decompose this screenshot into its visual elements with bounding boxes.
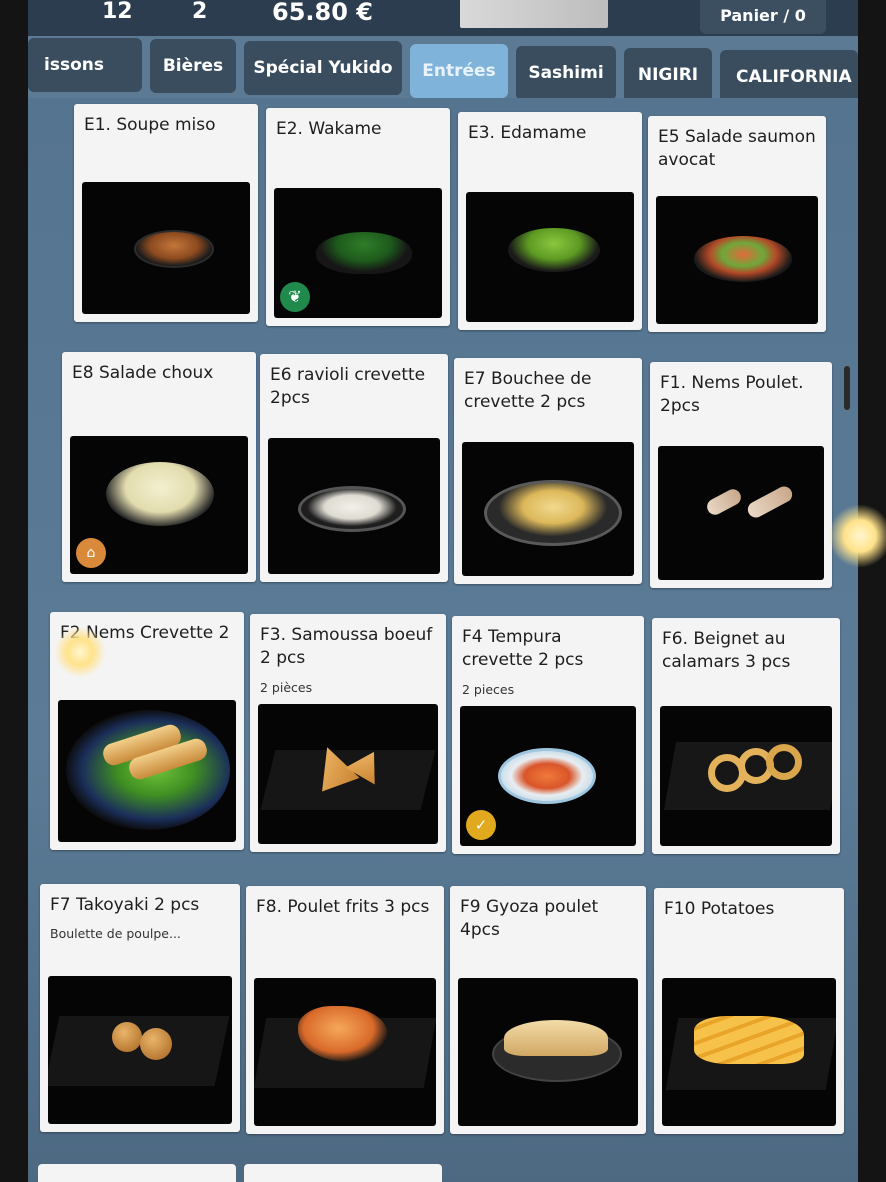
menu-item-card[interactable]: E1. Soupe miso	[74, 104, 258, 322]
tab-sashimi[interactable]: Sashimi	[516, 46, 616, 100]
cabbage-salad-bowl-icon	[106, 462, 214, 526]
menu-item-card[interactable]: F7 Takoyaki 2 pcs Boulette de poulpe...	[40, 884, 240, 1132]
takoyaki-icon	[140, 1028, 172, 1060]
menu-grid: E1. Soupe miso E2. Wakame ❦ E3. Edamame …	[28, 98, 858, 1182]
order-total: 65.80 €	[272, 0, 373, 26]
menu-item-title: E1. Soupe miso	[84, 115, 216, 135]
spring-roll-icon	[704, 486, 744, 518]
menu-item-card[interactable]: E7 Bouchee de crevette 2 pcs	[454, 358, 642, 584]
menu-item-card[interactable]: F8. Poulet frits 3 pcs	[246, 886, 444, 1134]
edamame-bowl-icon	[508, 228, 600, 272]
menu-item-title: F3. Samoussa boeuf 2 pcs	[260, 625, 433, 668]
menu-item-photo	[258, 704, 438, 844]
vegetarian-icon: ❦	[280, 282, 310, 312]
menu-item-photo	[58, 700, 236, 842]
menu-item-photo	[82, 182, 250, 314]
item-count: 12	[102, 0, 133, 24]
menu-item-photo: ❦	[274, 188, 442, 318]
menu-item-title: E2. Wakame	[276, 119, 382, 139]
spring-roll-icon	[745, 483, 795, 521]
menu-item-photo	[254, 978, 436, 1126]
gyoza-icon	[504, 1020, 608, 1056]
seaweed-bowl-icon	[316, 232, 412, 274]
menu-item-photo	[48, 976, 232, 1124]
top-bar: 12 2 65.80 € Panier / 0	[28, 0, 858, 36]
menu-item-title: F9 Gyoza poulet 4pcs	[460, 897, 599, 940]
tab-nigiri[interactable]: NIGIRI	[624, 48, 712, 102]
award-icon: ✓	[466, 810, 496, 840]
light-reflection	[54, 626, 106, 678]
tab-special-yukido[interactable]: Spécial Yukido	[244, 41, 402, 95]
takoyaki-icon	[112, 1022, 142, 1052]
light-reflection	[828, 504, 886, 568]
tab-california[interactable]: CALIFORNIA	[720, 50, 858, 104]
menu-item-title: F7 Takoyaki 2 pcs	[50, 895, 200, 915]
potatoes-icon	[694, 1016, 804, 1064]
menu-item-title: F1. Nems Poulet. 2pcs	[660, 373, 804, 416]
menu-item-card-partial[interactable]	[38, 1164, 236, 1182]
top-display-box[interactable]	[460, 0, 608, 28]
menu-item-photo	[268, 438, 440, 574]
menu-item-photo	[466, 192, 634, 322]
menu-item-subtitle: Boulette de poulpe...	[50, 926, 181, 941]
menu-item-card[interactable]: F4 Tempura crevette 2 pcs 2 pieces ✓	[452, 616, 644, 854]
menu-item-card[interactable]: F3. Samoussa boeuf 2 pcs 2 pièces	[250, 614, 446, 852]
salmon-salad-bowl-icon	[694, 236, 792, 282]
menu-item-card[interactable]: F1. Nems Poulet. 2pcs	[650, 362, 832, 588]
menu-item-subtitle: 2 pieces	[462, 682, 515, 697]
tab-boissons[interactable]: issons	[28, 38, 142, 92]
menu-item-title: E7 Bouchee de crevette 2 pcs	[464, 369, 592, 412]
menu-item-photo	[656, 196, 818, 324]
category-tabs: issons Bières Spécial Yukido Entrées Sas…	[28, 38, 858, 104]
menu-item-title: F4 Tempura crevette 2 pcs	[462, 627, 584, 670]
menu-item-photo: ✓	[460, 706, 636, 846]
menu-item-card[interactable]: E6 ravioli crevette 2pcs	[260, 354, 448, 582]
menu-item-title: E5 Salade saumon avocat	[658, 127, 816, 170]
tempura-plate-icon	[498, 748, 596, 804]
menu-item-title: E6 ravioli crevette 2pcs	[270, 365, 426, 408]
dumpling-plate-icon	[484, 480, 622, 546]
menu-item-photo	[458, 978, 638, 1126]
homemade-icon: ⌂	[76, 538, 106, 568]
calamari-ring-icon	[766, 744, 802, 780]
cart-button[interactable]: Panier / 0	[700, 0, 826, 34]
menu-item-card[interactable]: E8 Salade choux ⌂	[62, 352, 256, 582]
menu-item-card-partial[interactable]	[244, 1164, 442, 1182]
menu-item-title: E3. Edamame	[468, 123, 587, 143]
miso-bowl-icon	[134, 230, 214, 268]
slate-plate-icon	[48, 1016, 230, 1086]
scrollbar-handle[interactable]	[844, 366, 850, 410]
menu-item-photo	[462, 442, 634, 576]
menu-item-subtitle: 2 pièces	[260, 680, 313, 695]
menu-item-card[interactable]: F10 Potatoes	[654, 888, 844, 1134]
menu-item-title: F10 Potatoes	[664, 899, 775, 919]
guest-count: 2	[192, 0, 208, 24]
menu-item-title: F6. Beignet au calamars 3 pcs	[662, 629, 791, 672]
menu-item-title: F8. Poulet frits 3 pcs	[256, 897, 430, 917]
tab-bieres[interactable]: Bières	[150, 39, 236, 93]
menu-item-card[interactable]: E2. Wakame ❦	[266, 108, 450, 326]
ravioli-plate-icon	[298, 486, 406, 532]
kiosk-screen: 12 2 65.80 € Panier / 0 issons Bières Sp…	[28, 0, 858, 1182]
menu-item-photo	[662, 978, 836, 1126]
menu-item-title: E8 Salade choux	[72, 363, 214, 383]
tab-entrees[interactable]: Entrées	[410, 44, 508, 98]
menu-item-card[interactable]: E5 Salade saumon avocat	[648, 116, 826, 332]
menu-item-card[interactable]: F9 Gyoza poulet 4pcs	[450, 886, 646, 1134]
menu-item-photo	[660, 706, 832, 846]
menu-item-card[interactable]: E3. Edamame	[458, 112, 642, 330]
menu-item-card[interactable]: F6. Beignet au calamars 3 pcs	[652, 618, 840, 854]
menu-item-photo: ⌂	[70, 436, 248, 574]
menu-item-photo	[658, 446, 824, 580]
